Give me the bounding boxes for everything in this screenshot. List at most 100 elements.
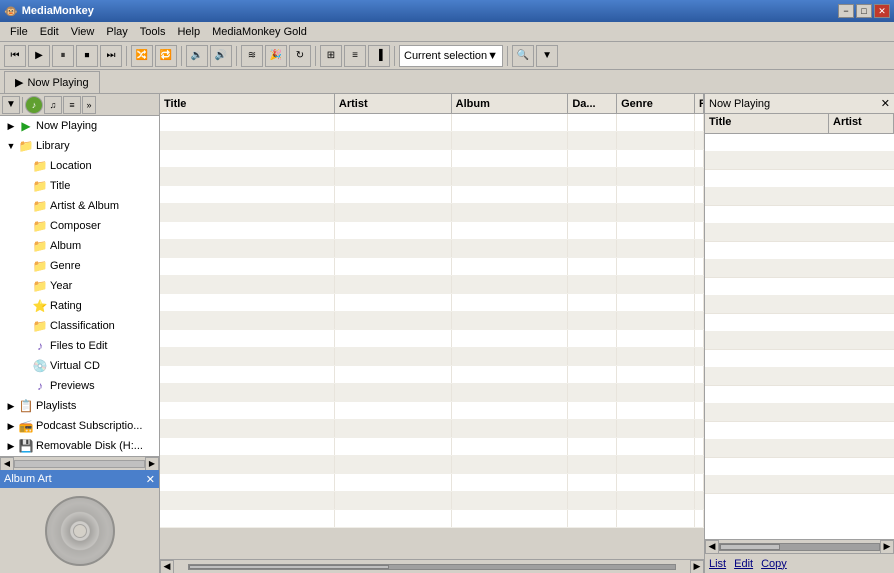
sidebar-tb-btn-5[interactable]: » [82, 96, 96, 114]
shuffle-button[interactable]: 🔀 [131, 45, 153, 67]
col-artist[interactable]: Artist [335, 94, 452, 113]
sidebar-hscroll-right[interactable]: ▶ [145, 457, 159, 471]
tree-item-playlists[interactable]: ▶ 📋 Playlists [0, 396, 159, 416]
menu-tools[interactable]: Tools [134, 24, 172, 40]
tree-item-title[interactable]: 📁 Title [0, 176, 159, 196]
table-row[interactable] [160, 384, 704, 402]
search-options-button[interactable]: ▼ [536, 45, 558, 67]
table-row[interactable] [160, 204, 704, 222]
right-hscroll-left[interactable]: ◀ [705, 540, 719, 554]
right-hscroll-right[interactable]: ▶ [880, 540, 894, 554]
footer-copy-link[interactable]: Copy [761, 558, 787, 570]
now-playing-tab[interactable]: ▶ Now Playing [4, 71, 100, 93]
table-row[interactable] [160, 474, 704, 492]
play-button[interactable]: ▶ [28, 45, 50, 67]
right-panel-close-icon[interactable]: ✕ [881, 97, 890, 110]
table-row[interactable] [160, 114, 704, 132]
tree-item-classification[interactable]: 📁 Classification [0, 316, 159, 336]
list-button[interactable]: ≡ [344, 45, 366, 67]
hscroll-track[interactable] [188, 564, 676, 570]
album-art-close-icon[interactable]: ✕ [146, 473, 155, 486]
equalizer-button[interactable]: ≋ [241, 45, 263, 67]
sidebar-tb-btn-2[interactable]: ♪ [25, 96, 43, 114]
menu-view[interactable]: View [65, 24, 101, 40]
tree-item-files-to-edit[interactable]: ♪ Files to Edit [0, 336, 159, 356]
table-row[interactable] [160, 222, 704, 240]
col-genre[interactable]: Genre [617, 94, 695, 113]
tree-item-genre[interactable]: 📁 Genre [0, 256, 159, 276]
footer-edit-link[interactable]: Edit [734, 558, 753, 570]
col-date[interactable]: Da... [568, 94, 617, 113]
tree-item-composer[interactable]: 📁 Composer [0, 216, 159, 236]
hscroll-thumb[interactable] [189, 565, 389, 569]
menu-play[interactable]: Play [100, 24, 133, 40]
bar-button[interactable]: ▐ [368, 45, 390, 67]
table-row[interactable] [160, 168, 704, 186]
table-row[interactable] [160, 402, 704, 420]
table-row[interactable] [160, 150, 704, 168]
next-button[interactable]: ⏭ [100, 45, 122, 67]
sidebar-hscroll[interactable]: ◀ ▶ [0, 456, 159, 470]
menu-help[interactable]: Help [171, 24, 206, 40]
right-col-artist[interactable]: Artist [829, 114, 894, 133]
table-row[interactable] [160, 276, 704, 294]
tree-item-artist-album[interactable]: 📁 Artist & Album [0, 196, 159, 216]
table-row[interactable] [160, 348, 704, 366]
table-row[interactable] [160, 492, 704, 510]
sidebar-tb-btn-4[interactable]: ≡ [63, 96, 81, 114]
tree-item-album[interactable]: 📁 Album [0, 236, 159, 256]
selection-dropdown[interactable]: Current selection ▼ [399, 45, 503, 67]
table-row[interactable] [160, 132, 704, 150]
right-hscroll[interactable]: ◀ ▶ [705, 539, 894, 553]
menu-file[interactable]: File [4, 24, 34, 40]
resync-button[interactable]: ↻ [289, 45, 311, 67]
prev-button[interactable]: ⏮ [4, 45, 26, 67]
table-row[interactable] [160, 186, 704, 204]
footer-list-link[interactable]: List [709, 558, 726, 570]
tree-item-removable-h[interactable]: ▶ 💾 Removable Disk (H:... [0, 436, 159, 456]
table-row[interactable] [160, 294, 704, 312]
search-button[interactable]: 🔍 [512, 45, 534, 67]
sidebar-tb-btn-1[interactable]: ▼ [2, 96, 20, 114]
table-row[interactable] [160, 510, 704, 528]
pause-button[interactable]: ⏸ [52, 45, 74, 67]
table-row[interactable] [160, 366, 704, 384]
maximize-button[interactable]: □ [856, 4, 872, 18]
table-row[interactable] [160, 420, 704, 438]
sidebar-tb-btn-3[interactable]: ♫ [44, 96, 62, 114]
sidebar-hscroll-track[interactable] [14, 460, 145, 468]
track-hscroll[interactable]: ◀ ▶ [160, 559, 704, 573]
vol-up-button[interactable]: 🔊 [210, 45, 232, 67]
col-rating[interactable]: Ratin [695, 94, 704, 113]
table-row[interactable] [160, 438, 704, 456]
tree-item-rating[interactable]: ⭐ Rating [0, 296, 159, 316]
party-button[interactable]: 🎉 [265, 45, 287, 67]
table-row[interactable] [160, 330, 704, 348]
minimize-button[interactable]: − [838, 4, 854, 18]
menu-edit[interactable]: Edit [34, 24, 65, 40]
table-row[interactable] [160, 258, 704, 276]
right-hscroll-track[interactable] [719, 543, 880, 551]
right-col-title[interactable]: Title [705, 114, 829, 133]
menu-gold[interactable]: MediaMonkey Gold [206, 24, 313, 40]
stop-button[interactable]: ⏹ [76, 45, 98, 67]
hscroll-right[interactable]: ▶ [690, 560, 704, 573]
grid-button[interactable]: ⊞ [320, 45, 342, 67]
tree-item-library[interactable]: ▼ 📁 Library [0, 136, 159, 156]
table-row[interactable] [160, 312, 704, 330]
tree-item-previews[interactable]: ♪ Previews [0, 376, 159, 396]
sidebar-hscroll-left[interactable]: ◀ [0, 457, 14, 471]
tree-item-podcast[interactable]: ▶ 📻 Podcast Subscriptio... [0, 416, 159, 436]
table-row[interactable] [160, 240, 704, 258]
tree-item-location[interactable]: 📁 Location [0, 156, 159, 176]
tree-item-now-playing[interactable]: ▶ ▶ Now Playing [0, 116, 159, 136]
repeat-button[interactable]: 🔁 [155, 45, 177, 67]
close-button[interactable]: ✕ [874, 4, 890, 18]
hscroll-left[interactable]: ◀ [160, 560, 174, 573]
table-row[interactable] [160, 456, 704, 474]
vol-down-button[interactable]: 🔉 [186, 45, 208, 67]
tree-item-virtual-cd[interactable]: 💿 Virtual CD [0, 356, 159, 376]
col-title[interactable]: Title [160, 94, 335, 113]
col-album[interactable]: Album [452, 94, 569, 113]
tree-item-year[interactable]: 📁 Year [0, 276, 159, 296]
